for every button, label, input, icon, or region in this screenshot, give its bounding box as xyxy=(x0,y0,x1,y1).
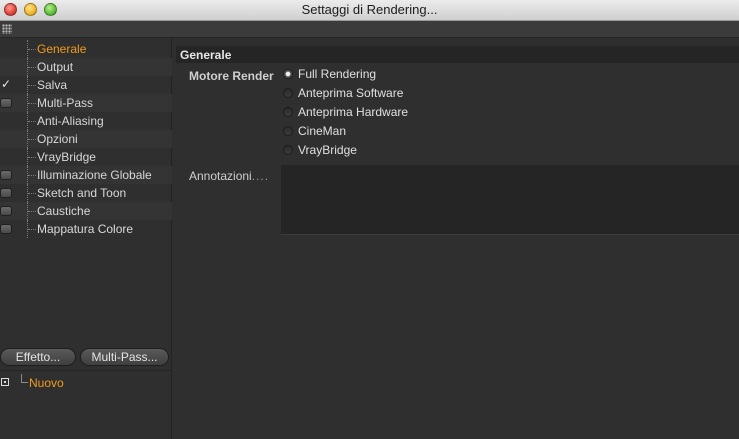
radio-label: Anteprima Software xyxy=(298,86,404,100)
radio-anteprima-software[interactable]: Anteprima Software xyxy=(283,85,483,104)
sidebar-item-illuminazione-globale[interactable]: Illuminazione Globale xyxy=(0,166,172,184)
sidebar-item-label: Caustiche xyxy=(37,204,91,218)
radio-label: Anteprima Hardware xyxy=(298,105,409,119)
preset-item-nuovo[interactable]: Nuovo xyxy=(29,376,64,390)
preset-toggle-icon[interactable] xyxy=(1,378,9,386)
tree-branch-line xyxy=(27,148,36,166)
radio-cineman[interactable]: CineMan xyxy=(283,123,483,142)
sidebar-item-label: Anti-Aliasing xyxy=(37,114,104,128)
effetto-button[interactable]: Effetto... xyxy=(0,348,76,366)
sidebar-item-label: Salva xyxy=(37,78,68,92)
sidebar-item-label: Illuminazione Globale xyxy=(37,168,152,182)
enable-checkbox[interactable] xyxy=(0,206,12,216)
grip-icon[interactable] xyxy=(2,24,12,34)
settings-tree: Generale Output ✓ Salva Multi-Pass Anti-… xyxy=(0,40,172,238)
radio-icon[interactable] xyxy=(283,88,293,98)
render-engine-radio-group: Full Rendering Anteprima Software Antepr… xyxy=(283,66,483,161)
tree-branch-line xyxy=(27,166,36,184)
sidebar-item-salva[interactable]: ✓ Salva xyxy=(0,76,172,94)
render-settings-sidebar: Generale Output ✓ Salva Multi-Pass Anti-… xyxy=(0,38,172,439)
sidebar-item-label: VrayBridge xyxy=(37,150,96,164)
sidebar-item-label: Opzioni xyxy=(37,132,78,146)
sidebar-item-sketch-and-toon[interactable]: Sketch and Toon xyxy=(0,184,172,202)
divider xyxy=(0,370,172,371)
annotations-label-text: Annotazioni xyxy=(189,169,252,183)
radio-anteprima-hardware[interactable]: Anteprima Hardware xyxy=(283,104,483,123)
radio-icon[interactable] xyxy=(283,145,293,155)
sidebar-item-anti-aliasing[interactable]: Anti-Aliasing xyxy=(0,112,172,130)
tree-branch-line xyxy=(27,94,36,112)
sidebar-item-output[interactable]: Output xyxy=(0,58,172,76)
enable-checkbox[interactable] xyxy=(0,98,12,108)
tree-branch-line xyxy=(27,40,36,58)
sidebar-item-label: Sketch and Toon xyxy=(37,186,127,200)
tree-branch-line xyxy=(27,112,36,130)
tree-branch-line xyxy=(27,76,36,94)
radio-icon[interactable] xyxy=(283,126,293,136)
sidebar-item-generale[interactable]: Generale xyxy=(0,40,172,58)
tree-branch-line xyxy=(27,58,36,76)
tree-branch-line xyxy=(27,130,36,148)
toolbar xyxy=(0,21,739,38)
checkmark-icon[interactable]: ✓ xyxy=(1,77,11,91)
annotations-label: Annotazioni.... xyxy=(189,169,269,183)
radio-label: CineMan xyxy=(298,124,347,138)
sidebar-item-opzioni[interactable]: Opzioni xyxy=(0,130,172,148)
radio-label: Full Rendering xyxy=(298,67,377,81)
radio-vraybridge[interactable]: VrayBridge xyxy=(283,142,483,161)
sidebar-item-label: Mappatura Colore xyxy=(37,222,134,236)
radio-icon[interactable] xyxy=(283,107,293,117)
sidebar-item-multi-pass[interactable]: Multi-Pass xyxy=(0,94,172,112)
radio-full-rendering[interactable]: Full Rendering xyxy=(283,66,483,85)
enable-checkbox[interactable] xyxy=(0,170,12,180)
enable-checkbox[interactable] xyxy=(0,188,12,198)
render-engine-label: Motore Render xyxy=(189,69,274,83)
tree-branch-line xyxy=(27,220,36,238)
section-title: Generale xyxy=(176,46,739,63)
radio-selected-icon[interactable] xyxy=(283,69,293,79)
sidebar-item-mappatura-colore[interactable]: Mappatura Colore xyxy=(0,220,172,238)
settings-content: Generale Motore Render Full Rendering An… xyxy=(176,38,739,439)
sidebar-item-label: Output xyxy=(37,60,74,74)
enable-checkbox[interactable] xyxy=(0,224,12,234)
sidebar-item-caustiche[interactable]: Caustiche xyxy=(0,202,172,220)
tree-branch-line xyxy=(27,184,36,202)
radio-label: VrayBridge xyxy=(298,143,357,157)
tree-branch-line xyxy=(21,374,28,383)
title-bar: Settaggi di Rendering... xyxy=(0,0,739,21)
tree-branch-line xyxy=(27,202,36,220)
multi-pass-button[interactable]: Multi-Pass... xyxy=(80,348,169,366)
window-title: Settaggi di Rendering... xyxy=(301,2,438,17)
sidebar-item-label: Multi-Pass xyxy=(37,96,94,110)
sidebar-item-vraybridge[interactable]: VrayBridge xyxy=(0,148,172,166)
sidebar-item-label: Generale xyxy=(37,42,87,56)
annotations-textarea[interactable] xyxy=(281,165,739,235)
annotations-label-dots: .... xyxy=(251,169,270,183)
